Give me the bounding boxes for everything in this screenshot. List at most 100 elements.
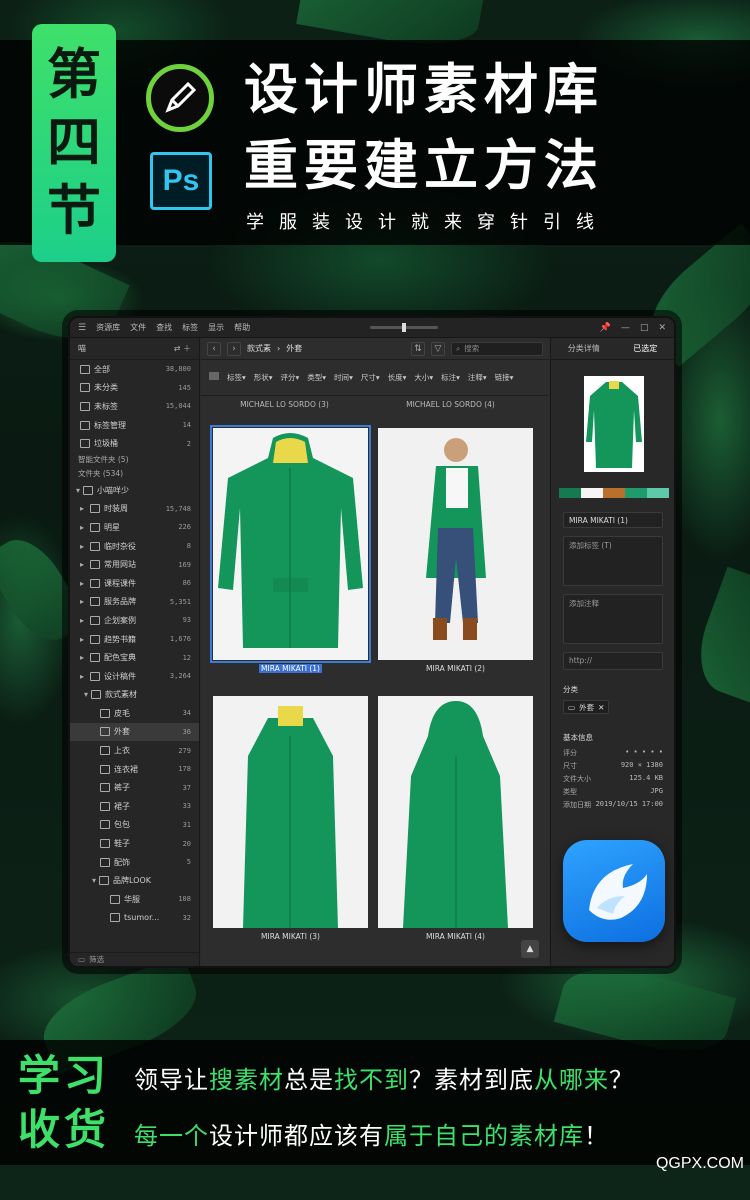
forward-button[interactable]: › xyxy=(227,341,241,356)
filter-dropdown[interactable]: 时间▾ xyxy=(334,372,353,383)
zoom-slider-handle[interactable] xyxy=(402,323,407,332)
zoom-slider[interactable] xyxy=(370,323,439,332)
library-name[interactable]: 喵 xyxy=(78,343,86,354)
asset-caption[interactable]: MIRA MIKATI (4) xyxy=(378,932,533,941)
sidebar-item[interactable]: 裤子 37 xyxy=(70,778,199,797)
filter-dropdown[interactable]: 类型▾ xyxy=(307,372,326,383)
chevron-right-icon[interactable]: ▸ xyxy=(80,672,88,681)
sidebar-item[interactable]: ▸ 临时杂役 8 xyxy=(70,537,199,556)
sidebar-item[interactable]: 未标签 15,044 xyxy=(70,397,199,416)
chevron-right-icon[interactable]: ▸ xyxy=(80,560,88,569)
filter-dropdown[interactable]: 标注▾ xyxy=(441,372,460,383)
filter-toggle-button[interactable]: ▽ xyxy=(431,341,445,356)
sort-button[interactable]: ⇅ xyxy=(411,341,425,356)
filter-dropdown[interactable]: 标签▾ xyxy=(227,372,246,383)
back-button[interactable]: ‹ xyxy=(207,341,221,356)
folders-section[interactable]: 文件夹 (534) xyxy=(70,467,199,481)
tags-field[interactable]: 添加标签 (T) xyxy=(563,536,663,586)
sidebar-item[interactable]: 连衣裙 178 xyxy=(70,760,199,779)
breadcrumb-parent[interactable]: 款式素 xyxy=(247,343,271,354)
palette-swatch[interactable] xyxy=(647,488,669,498)
sidebar-item[interactable]: 全部 38,800 xyxy=(70,360,199,379)
sidebar-item[interactable]: tsumor... 32 xyxy=(70,909,199,928)
sidebar-item[interactable]: ▸ 设计稿件 3,264 xyxy=(70,667,199,686)
asset-thumbnail[interactable] xyxy=(378,428,533,660)
chevron-down-icon[interactable]: ▾ xyxy=(76,486,80,495)
filter-dropdown[interactable]: 大小▾ xyxy=(414,372,433,383)
chevron-right-icon[interactable]: ▸ xyxy=(80,653,88,662)
asset-caption[interactable]: MIRA MIKATI (2) xyxy=(378,664,533,673)
sidebar-item[interactable]: 上衣 279 xyxy=(70,741,199,760)
breadcrumb-current[interactable]: 外套 xyxy=(286,343,302,354)
menu-view[interactable]: 显示 xyxy=(208,322,224,333)
sidebar-item[interactable]: 包包 31 xyxy=(70,816,199,835)
filter-dropdown[interactable]: 长度▾ xyxy=(388,372,407,383)
chevron-right-icon[interactable]: ▸ xyxy=(80,579,88,588)
sidebar-item[interactable]: ▸ 时装周 15,748 xyxy=(70,500,199,519)
asset-thumbnail[interactable] xyxy=(213,696,368,928)
sidebar-item[interactable]: 皮毛 34 xyxy=(70,704,199,723)
sidebar-item[interactable]: 未分类 145 xyxy=(70,379,199,398)
category-chip[interactable]: ▭ 外套 ✕ xyxy=(563,700,610,714)
chevron-down-icon[interactable]: ▾ xyxy=(92,876,96,885)
name-field[interactable]: MIRA MIKATI (1) xyxy=(563,512,663,528)
filter-dropdown[interactable]: 形状▾ xyxy=(254,372,273,383)
sidebar-item[interactable]: ▸ 课程课件 86 xyxy=(70,574,199,593)
sidebar-item[interactable]: ▸ 配色宝典 12 xyxy=(70,648,199,667)
scroll-top-button[interactable]: ▲ xyxy=(521,940,539,958)
smart-folders-section[interactable]: 智能文件夹 (5) xyxy=(70,453,199,467)
sync-add-icons[interactable]: ⇄ ＋ xyxy=(174,343,191,354)
minimize-icon[interactable]: — xyxy=(621,323,630,333)
library-switcher[interactable]: 喵 ⇄ ＋ xyxy=(70,338,199,360)
sidebar-item-style[interactable]: ▾ 款式素材 xyxy=(70,686,199,705)
asset-caption[interactable]: MIRA MIKATI (3) xyxy=(213,932,368,941)
filter-dropdown[interactable]: 尺寸▾ xyxy=(361,372,380,383)
tab-category-details[interactable]: 分类详情 xyxy=(568,343,600,354)
filter-dropdown[interactable]: 链接▾ xyxy=(495,372,514,383)
sidebar-item[interactable]: 外套 36 xyxy=(70,722,199,742)
menu-file[interactable]: 文件 xyxy=(130,322,146,333)
sidebar-item[interactable]: ▸ 企划案例 93 xyxy=(70,611,199,630)
color-filter[interactable] xyxy=(209,372,219,380)
palette-swatch[interactable] xyxy=(581,488,603,498)
chevron-right-icon[interactable]: ▸ xyxy=(80,635,88,644)
palette-swatch[interactable] xyxy=(625,488,647,498)
menu-help[interactable]: 帮助 xyxy=(234,322,250,333)
chevron-right-icon[interactable]: ▸ xyxy=(80,504,88,513)
sidebar-item[interactable]: 华服 108 xyxy=(70,890,199,909)
sidebar-filter[interactable]: ▭ 筛选 xyxy=(70,952,199,966)
sidebar-item[interactable]: ▸ 服务品牌 5,351 xyxy=(70,593,199,612)
chevron-right-icon[interactable]: ▸ xyxy=(80,542,88,551)
chevron-right-icon[interactable]: ▸ xyxy=(80,523,88,532)
sidebar-item-root[interactable]: ▾ 小喵咩少 xyxy=(70,481,199,500)
sidebar-item[interactable]: 配饰 5 xyxy=(70,853,199,872)
close-icon[interactable]: ✕ xyxy=(658,323,666,333)
asset-thumbnail[interactable] xyxy=(378,696,533,928)
maximize-icon[interactable]: □ xyxy=(640,323,649,333)
menu-find[interactable]: 查找 xyxy=(156,322,172,333)
sidebar-item[interactable]: 垃圾桶 2 xyxy=(70,434,199,453)
chevron-right-icon[interactable]: ▸ xyxy=(80,597,88,606)
sidebar-item[interactable]: ▸ 明星 226 xyxy=(70,518,199,537)
asset-caption[interactable]: MIRA MIKATI (1) xyxy=(213,664,368,673)
sidebar-item[interactable]: ▸ 趋势书籍 1,676 xyxy=(70,630,199,649)
color-palette[interactable] xyxy=(559,488,669,498)
palette-swatch[interactable] xyxy=(603,488,625,498)
palette-swatch[interactable] xyxy=(559,488,581,498)
sidebar-item[interactable]: 标签管理 14 xyxy=(70,416,199,435)
menu-tags[interactable]: 标签 xyxy=(182,322,198,333)
sidebar-item[interactable]: 裙子 33 xyxy=(70,797,199,816)
sidebar-item[interactable]: 鞋子 20 xyxy=(70,834,199,853)
sidebar-item[interactable]: ▸ 常用网站 169 xyxy=(70,555,199,574)
chevron-down-icon[interactable]: ▾ xyxy=(84,690,88,699)
tab-selected[interactable]: 已选定 xyxy=(633,343,657,354)
notes-field[interactable]: 添加注释 xyxy=(563,594,663,644)
sidebar-item-brand[interactable]: ▾ 品牌LOOK xyxy=(70,871,199,890)
filter-dropdown[interactable]: 注释▾ xyxy=(468,372,487,383)
remove-icon[interactable]: ✕ xyxy=(598,703,604,712)
asset-thumbnail[interactable] xyxy=(210,425,371,663)
pin-icon[interactable]: 📌 xyxy=(600,323,611,333)
chevron-right-icon[interactable]: ▸ xyxy=(80,616,88,625)
search-input[interactable]: ⌕ 搜索 xyxy=(451,341,543,356)
filter-dropdown[interactable]: 评分▾ xyxy=(281,372,300,383)
